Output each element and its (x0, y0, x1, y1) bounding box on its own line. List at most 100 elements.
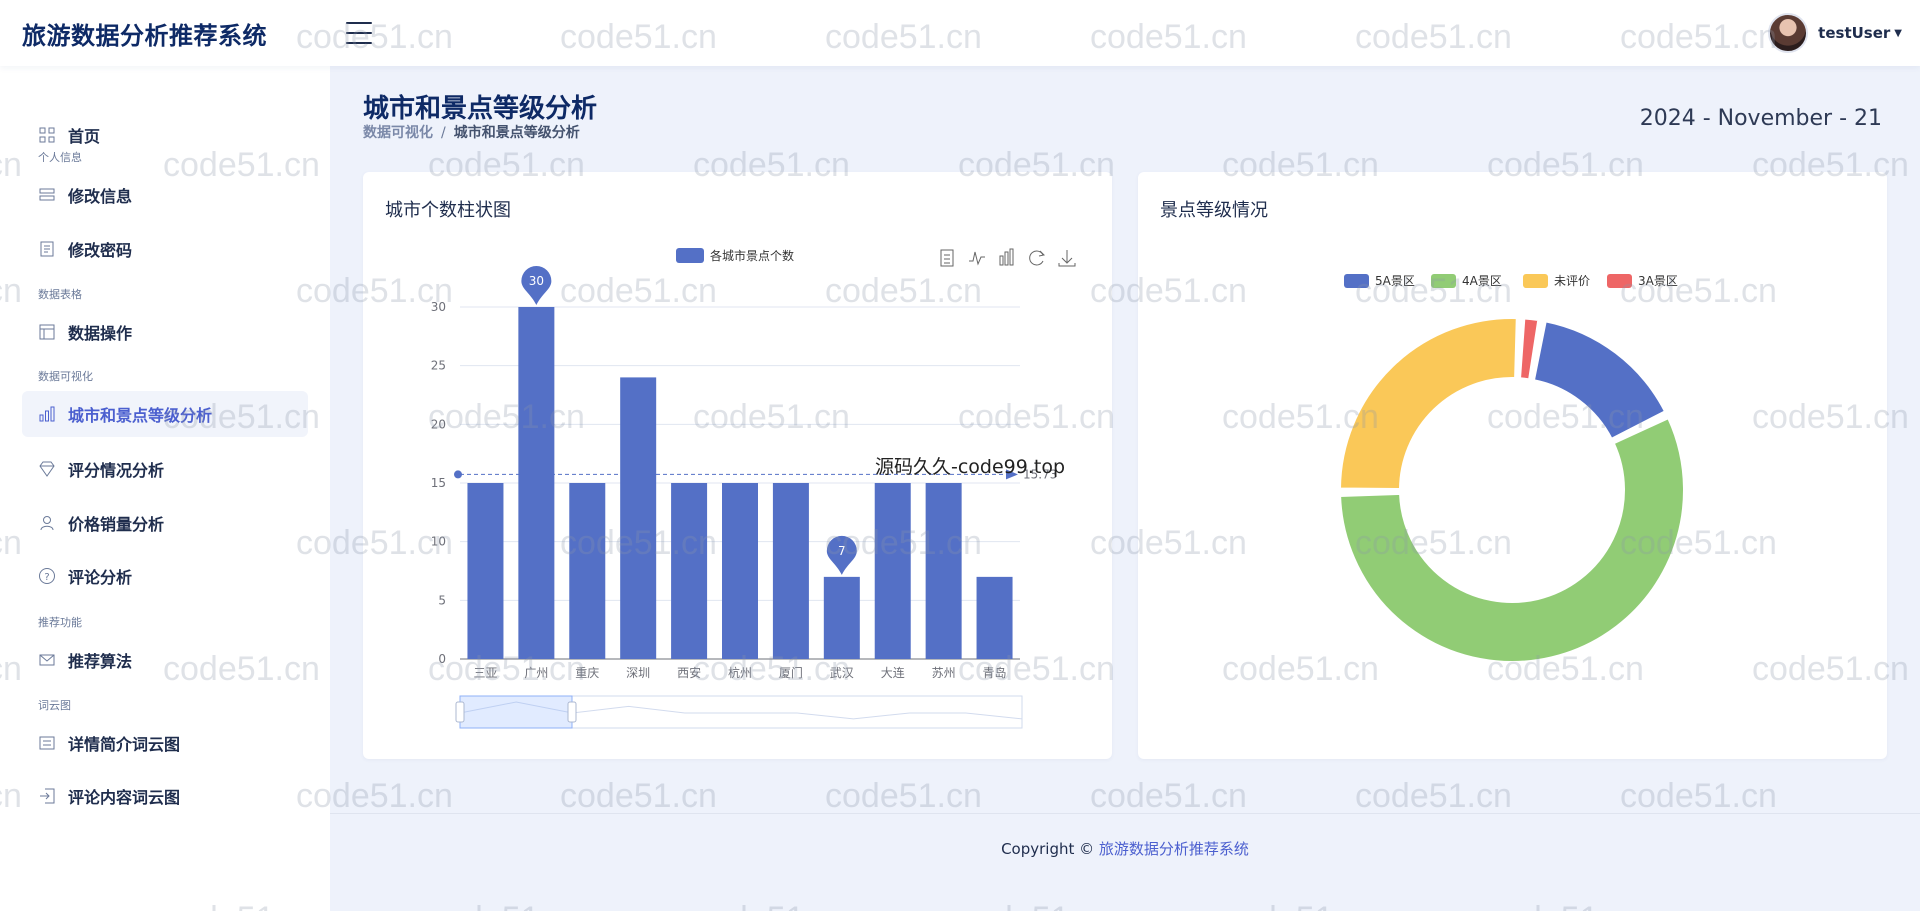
sidebar-item-comment-wordcloud[interactable]: 评论内容词云图 (22, 773, 308, 819)
sidebar-item-label: 评分情况分析 (68, 461, 165, 480)
bar-chart: 各城市景点个数 0 5 10 15 20 25 30 三亚 广州 重庆 深圳 西安 杭州 厦门 武汉 大连 苏州 青… (431, 248, 1076, 729)
footer-brand-link[interactable]: 旅游数据分析推荐系统 (1099, 840, 1249, 858)
section-label: 数据表格 (38, 288, 82, 301)
pie-chart-card: 景点等级情况 5A景区 4A景区 未评价 3A景区 (1138, 172, 1887, 759)
bar (823, 576, 860, 659)
edit-info-icon (38, 186, 56, 204)
legend-label: 5A景区 (1375, 274, 1415, 288)
site-watermark: code51.cn (1090, 777, 1247, 815)
site-watermark: code51.cn (1355, 777, 1512, 815)
zoom-handle-left[interactable] (455, 701, 465, 723)
y-tick-label: 10 (431, 535, 446, 549)
footer: Copyright © 旅游数据分析推荐系统 (330, 838, 1920, 859)
download-icon[interactable] (1058, 250, 1076, 267)
user-icon (38, 514, 56, 532)
x-tick-label: 武汉 (830, 666, 854, 680)
y-tick-label: 20 (431, 417, 446, 431)
x-tick-label: 杭州 (728, 665, 752, 680)
mail-icon (38, 651, 56, 669)
data-zoom-slider[interactable] (455, 695, 1023, 729)
x-tick-label: 广州 (524, 666, 548, 680)
x-tick-label: 大连 (881, 665, 905, 680)
list-icon (38, 734, 56, 752)
section-label: 数据可视化 (38, 370, 93, 383)
sidebar-item-data-ops[interactable]: 数据操作 (22, 309, 308, 355)
zoom-handle-right[interactable] (567, 701, 577, 723)
site-watermark: code51.cn (693, 900, 850, 911)
bar (976, 576, 1013, 659)
diamond-icon (38, 460, 56, 478)
sidebar-item-edit-info[interactable]: 修改信息 (22, 172, 308, 218)
legend-item[interactable]: 5A景区 (1344, 274, 1415, 288)
sidebar-item-label: 修改信息 (68, 187, 133, 206)
legend-label: 3A景区 (1638, 274, 1678, 288)
table-icon (38, 323, 56, 341)
legend-label: 4A景区 (1462, 274, 1502, 288)
legend-swatch (1344, 274, 1369, 288)
line-switch-icon[interactable] (969, 251, 985, 266)
mark-line-arrow (1006, 469, 1018, 480)
donut-slice (1339, 317, 1518, 490)
x-tick-label: 厦门 (779, 665, 803, 680)
x-tick-label: 重庆 (575, 666, 599, 680)
section-label: 个人信息 (38, 151, 82, 164)
bar (772, 483, 809, 659)
app-title: 旅游数据分析推荐系统 (22, 21, 267, 50)
bar-chart-card: 城市个数柱状图 各城市景点个数 0 5 10 15 20 25 30 三亚 广州 重庆 深圳 西安 杭州厦… (363, 172, 1112, 759)
bar-switch-icon[interactable] (999, 248, 1014, 266)
legend-label: 未评价 (1554, 274, 1590, 288)
y-tick-label: 5 (438, 593, 446, 607)
sidebar-item-label: 修改密码 (68, 241, 133, 260)
sidebar-item-change-password[interactable]: 修改密码 (22, 226, 308, 272)
sidebar-item-price-sales-analysis[interactable]: 价格销量分析 (22, 500, 308, 546)
legend-item[interactable]: 3A景区 (1607, 274, 1678, 288)
mark-point-label: 30 (529, 274, 544, 288)
data-view-icon[interactable] (940, 249, 954, 267)
legend-item[interactable]: 4A景区 (1431, 274, 1502, 288)
question-icon: ? (38, 567, 56, 585)
footer-divider (330, 813, 1920, 814)
sidebar-item-label: 首页 (68, 127, 101, 146)
site-watermark: code51.cn (1222, 900, 1379, 911)
sidebar-item-label: 数据操作 (68, 324, 133, 343)
page-title: 城市和景点等级分析 (363, 94, 598, 124)
legend-item[interactable]: 未评价 (1523, 274, 1590, 288)
sidebar-item-label: 城市和景点等级分析 (68, 406, 213, 425)
restore-icon[interactable] (1029, 250, 1046, 266)
bar (620, 377, 657, 659)
grid-icon (38, 126, 56, 144)
user-menu[interactable]: testUser ▼ (1768, 13, 1902, 53)
chevron-down-icon: ▼ (1894, 27, 1902, 39)
username: testUser (1818, 24, 1891, 42)
legend-label: 各城市景点个数 (710, 248, 794, 263)
sidebar-item-city-level-analysis[interactable]: 城市和景点等级分析 (22, 391, 308, 437)
top-bar: 旅游数据分析推荐系统 testUser ▼ (0, 0, 1920, 66)
bar-chart-icon (38, 405, 56, 423)
sidebar-item-comment-analysis[interactable]: ? 评论分析 (22, 553, 308, 599)
sidebar-item-label: 评论分析 (68, 568, 133, 587)
legend-item: 各城市景点个数 (676, 248, 794, 263)
avatar[interactable] (1768, 13, 1809, 53)
mark-line-label: 15.73 (1023, 467, 1057, 481)
sidebar-item-detail-wordcloud[interactable]: 详情简介词云图 (22, 720, 308, 766)
site-watermark: code51.cn (958, 900, 1115, 911)
menu-toggle-icon[interactable] (346, 22, 372, 44)
site-watermark: code51.cn (1487, 900, 1644, 911)
breadcrumb-parent[interactable]: 数据可视化 (363, 125, 433, 141)
bar (874, 483, 911, 659)
zoom-window (459, 695, 573, 729)
y-tick-label: 25 (431, 359, 446, 373)
pie-chart: 5A景区 4A景区 未评价 3A景区 (1339, 274, 1685, 663)
y-tick-label: 0 (438, 652, 446, 666)
mark-point-label: 7 (838, 544, 846, 558)
sidebar-item-recommend-algorithm[interactable]: 推荐算法 (22, 637, 308, 683)
sidebar-item-rating-analysis[interactable]: 评分情况分析 (22, 446, 308, 492)
site-watermark: code51.cn (560, 777, 717, 815)
section-label: 推荐功能 (38, 616, 82, 629)
password-icon (38, 240, 56, 258)
x-tick-label: 青岛 (983, 665, 1007, 680)
legend-swatch (676, 248, 704, 263)
bar (722, 483, 758, 659)
x-tick-label: 西安 (677, 665, 701, 680)
sidebar-item-label: 详情简介词云图 (68, 735, 181, 754)
